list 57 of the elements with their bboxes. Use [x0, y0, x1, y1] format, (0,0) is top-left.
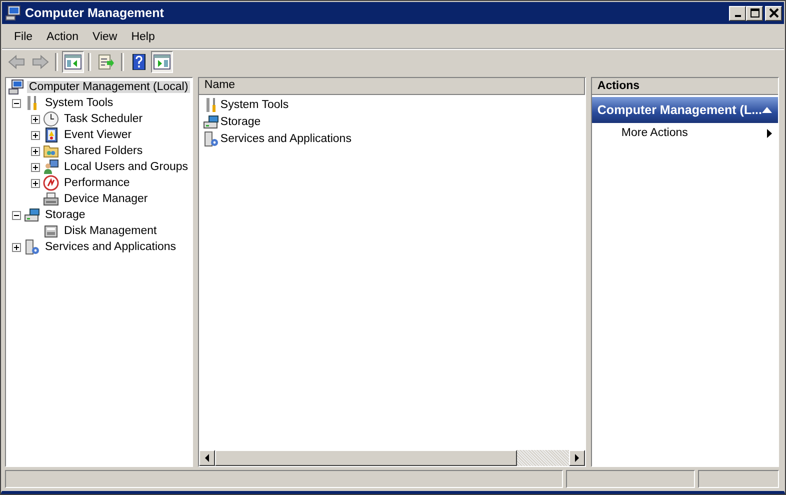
maximize-button[interactable] [746, 6, 763, 20]
tree-item[interactable]: Local Users and Groups [62, 161, 190, 173]
scroll-left-icon[interactable] [203, 454, 212, 462]
console-tree-button[interactable] [62, 51, 84, 73]
users-icon [43, 159, 59, 175]
expand-button[interactable] [31, 114, 40, 124]
server-icon [203, 130, 220, 146]
tree-item[interactable]: Computer Management (Local) [27, 81, 190, 93]
clock-icon [43, 111, 59, 127]
menu-item[interactable]: View [86, 29, 124, 45]
actions-section-header[interactable]: Computer Management (L... [592, 97, 778, 123]
server-icon [24, 239, 40, 255]
actions-header: Actions [592, 78, 778, 95]
tree-item[interactable]: Disk Management [62, 225, 159, 237]
gauge-icon [43, 175, 59, 191]
tree-item[interactable]: Services and Applications [43, 241, 178, 253]
drive-icon [43, 223, 59, 239]
maximize-icon [750, 8, 760, 18]
expand-button[interactable] [31, 162, 40, 172]
tree-item[interactable]: Storage [43, 209, 88, 221]
computer-icon [5, 5, 21, 21]
window-title: Computer Management [25, 6, 165, 20]
horizontal-scrollbar[interactable] [199, 450, 586, 466]
drive-icon [203, 114, 220, 130]
action-link[interactable]: More Actions [592, 123, 778, 139]
minimize-button[interactable] [729, 6, 746, 20]
scroll-right-icon[interactable] [573, 454, 582, 462]
tree-item[interactable]: Performance [62, 177, 132, 189]
list-item[interactable]: Storage [220, 116, 261, 128]
tree-item[interactable]: Shared Folders [62, 145, 145, 157]
tree-item[interactable]: Device Manager [62, 193, 150, 205]
menu-item[interactable]: File [7, 29, 40, 45]
tree-item[interactable]: Task Scheduler [62, 113, 145, 125]
printer-icon [43, 191, 59, 207]
notebook-icon [43, 127, 59, 143]
column-header[interactable]: Name [199, 78, 586, 94]
list-item[interactable]: System Tools [220, 98, 289, 110]
menu-item[interactable]: Help [124, 29, 162, 45]
folder-icon [43, 143, 59, 159]
minimize-icon [734, 15, 740, 17]
expand-button[interactable] [31, 146, 40, 156]
drive-icon [24, 207, 40, 223]
scroll-thumb[interactable] [215, 450, 518, 466]
expand-button[interactable] [31, 130, 40, 140]
tree-item[interactable]: System Tools [43, 97, 116, 109]
list-item[interactable]: Services and Applications [220, 132, 352, 144]
expand-button[interactable] [12, 242, 21, 252]
collapse-button[interactable] [12, 98, 21, 108]
computer-icon [8, 79, 24, 95]
expand-button[interactable] [31, 178, 40, 188]
tree-item[interactable]: Event Viewer [62, 129, 134, 141]
collapse-button[interactable] [12, 210, 21, 220]
action-pane-button[interactable] [151, 51, 173, 73]
collapse-icon[interactable] [762, 107, 772, 113]
close-button[interactable] [765, 6, 782, 20]
menu-item[interactable]: Action [40, 29, 86, 45]
close-icon [768, 8, 778, 18]
